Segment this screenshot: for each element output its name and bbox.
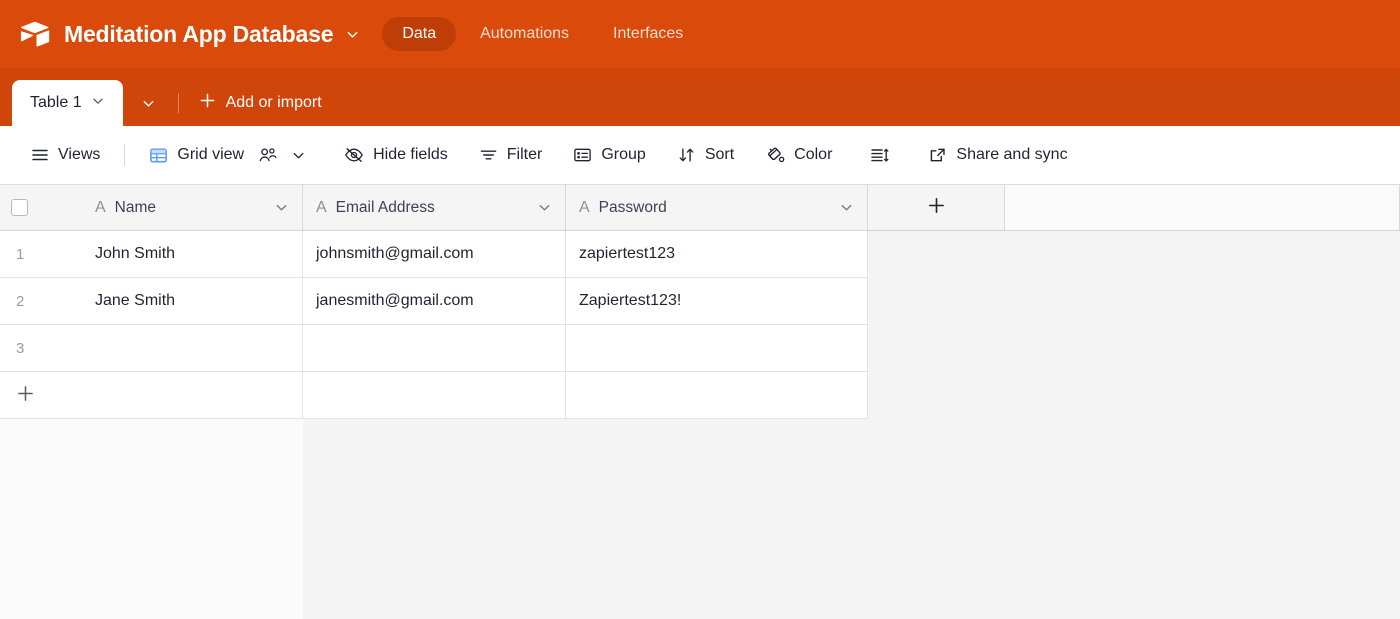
cell-name[interactable]: Jane Smith [82, 278, 303, 325]
table-list-chevron-down-icon[interactable] [123, 96, 174, 111]
add-or-import-label: Add or import [225, 94, 322, 111]
column-header-label: Email Address [335, 198, 435, 216]
cell-name[interactable] [82, 325, 303, 372]
page-title: Meditation App Database [64, 20, 334, 47]
column-header-label: Password [598, 198, 667, 216]
grid-view-chevron-down-icon[interactable] [280, 148, 317, 163]
row-number: 3 [0, 325, 82, 372]
grid-table-icon [149, 146, 168, 165]
grid-view-button[interactable]: Grid view [138, 140, 255, 171]
color-label: Color [794, 146, 833, 163]
views-label: Views [58, 146, 101, 163]
data-grid: A Name A Email Address A Password 1 John… [0, 185, 1400, 619]
text-field-icon: A [95, 198, 106, 216]
nav-tab-data[interactable]: Data [382, 17, 457, 51]
sort-arrows-icon [677, 146, 696, 164]
column-header-label: Name [114, 198, 157, 216]
eye-slash-icon [344, 146, 364, 164]
add-field-button[interactable] [868, 185, 1005, 230]
row-height-icon [870, 146, 890, 164]
row-height-button[interactable] [859, 140, 901, 170]
hamburger-menu-icon [31, 146, 49, 164]
cell-email-address[interactable]: janesmith@gmail.com [303, 278, 566, 325]
text-field-icon: A [316, 198, 327, 216]
table-tab-chevron-down-icon[interactable] [91, 94, 105, 113]
table-row[interactable]: 2 Jane Smith janesmith@gmail.com Zapiert… [0, 278, 1400, 325]
row-number: 1 [0, 231, 82, 278]
cell-password[interactable]: zapiertest123 [566, 231, 868, 278]
add-row-filler[interactable] [303, 372, 566, 419]
grid-rows-container: A Name A Email Address A Password 1 John… [0, 185, 1400, 419]
table-row[interactable]: 1 John Smith johnsmith@gmail.com zapiert… [0, 231, 1400, 278]
nav-tab-automations[interactable]: Automations [460, 17, 589, 51]
cell-password[interactable] [566, 325, 868, 372]
color-button[interactable]: Color [754, 140, 843, 170]
view-toolbar: Views Grid view Hide fields Filter Group… [0, 126, 1400, 185]
add-row-cell[interactable] [0, 372, 82, 419]
hide-fields-button[interactable]: Hide fields [333, 140, 459, 170]
header-filler [1005, 185, 1400, 230]
grid-header-row: A Name A Email Address A Password [0, 185, 1400, 231]
filter-label: Filter [506, 146, 543, 163]
hide-fields-label: Hide fields [373, 146, 448, 163]
text-field-icon: A [579, 198, 590, 216]
toolbar-divider [124, 144, 126, 166]
add-row-filler[interactable] [82, 372, 303, 419]
column-chevron-down-icon[interactable] [839, 200, 854, 215]
row-number: 2 [0, 278, 82, 325]
base-menu-chevron-down-icon[interactable] [345, 27, 360, 42]
table-tab-strip: Table 1 Add or import [0, 68, 1400, 126]
app-header-bar: Meditation App Database Data Automations… [0, 0, 1400, 68]
cell-email-address[interactable]: johnsmith@gmail.com [303, 231, 566, 278]
add-row-button[interactable] [0, 372, 1400, 419]
external-link-icon [928, 146, 947, 164]
plus-icon [16, 384, 35, 407]
grid-view-label: Grid view [177, 146, 245, 163]
table-row[interactable]: 3 [0, 325, 1400, 372]
add-or-import-button[interactable]: Add or import [183, 92, 338, 114]
primary-nav: Data Automations Interfaces [382, 17, 703, 51]
plus-icon [199, 92, 216, 114]
paint-bucket-icon [765, 146, 785, 164]
select-all-checkbox[interactable] [11, 199, 28, 216]
row-filler [868, 278, 1400, 325]
group-label: Group [601, 146, 646, 163]
nav-tab-interfaces[interactable]: Interfaces [593, 17, 703, 51]
add-row-filler[interactable] [566, 372, 868, 419]
column-chevron-down-icon[interactable] [537, 200, 552, 215]
group-list-icon [573, 146, 592, 164]
share-and-sync-button[interactable]: Share and sync [917, 140, 1078, 170]
sort-label: Sort [704, 146, 735, 163]
column-header-email-address[interactable]: A Email Address [303, 185, 566, 230]
cell-name[interactable]: John Smith [82, 231, 303, 278]
table-tab-table-1[interactable]: Table 1 [12, 80, 123, 126]
column-chevron-down-icon[interactable] [274, 200, 289, 215]
group-button[interactable]: Group [562, 140, 656, 170]
table-strip-tools: Add or import [123, 80, 338, 126]
filter-icon [479, 146, 498, 164]
row-filler [868, 231, 1400, 278]
collaborators-people-icon[interactable] [255, 146, 280, 165]
views-button[interactable]: Views [20, 140, 111, 170]
divider [177, 93, 179, 113]
share-and-sync-label: Share and sync [956, 146, 1068, 163]
table-tab-label: Table 1 [30, 94, 82, 111]
cell-email-address[interactable] [303, 325, 566, 372]
column-header-name[interactable]: A Name [82, 185, 303, 230]
select-all-cell [0, 185, 82, 230]
row-filler [868, 325, 1400, 372]
cell-password[interactable]: Zapiertest123! [566, 278, 868, 325]
plus-icon [927, 196, 946, 220]
sort-button[interactable]: Sort [666, 140, 745, 170]
filter-button[interactable]: Filter [468, 140, 554, 170]
column-header-password[interactable]: A Password [566, 185, 868, 230]
airtable-cube-icon[interactable] [20, 20, 50, 48]
